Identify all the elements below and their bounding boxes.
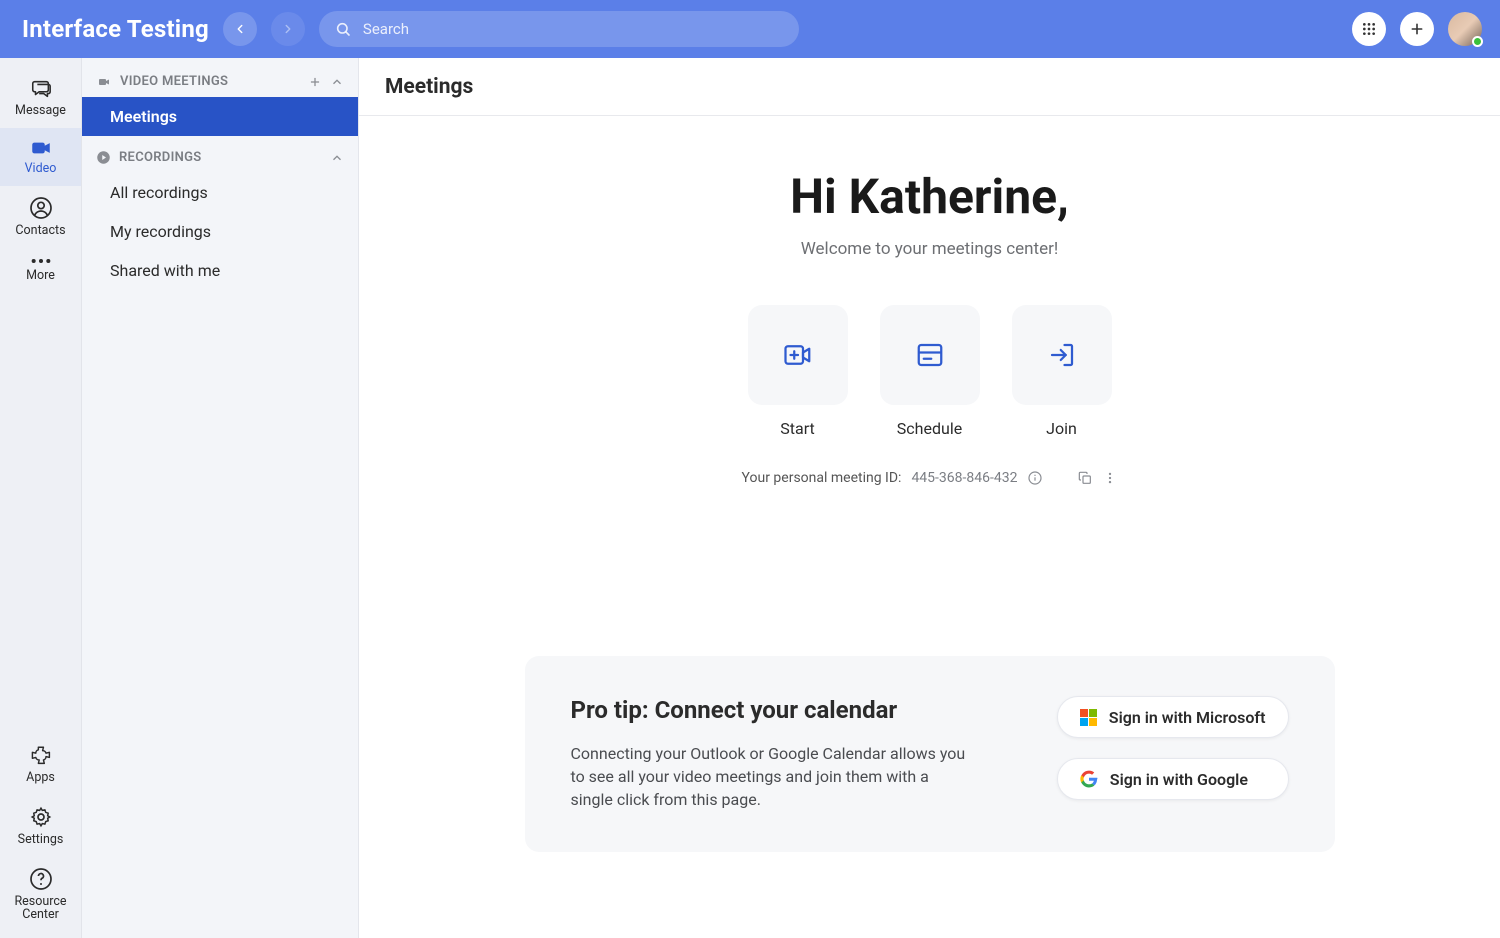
content: Hi Katherine, Welcome to your meetings c… xyxy=(359,116,1500,938)
chevron-up-icon[interactable] xyxy=(330,151,344,165)
plus-small-icon[interactable] xyxy=(308,75,322,89)
calendar-tip-card: Pro tip: Connect your calendar Connectin… xyxy=(525,656,1335,852)
signin-google-button[interactable]: Sign in with Google xyxy=(1057,758,1289,800)
contacts-icon xyxy=(29,196,53,220)
rail-video-label: Video xyxy=(25,162,57,176)
nav-forward-button[interactable] xyxy=(271,12,305,46)
pmi-label: Your personal meeting ID: xyxy=(742,470,902,486)
section-video-label: VIDEO MEETINGS xyxy=(120,74,228,89)
rail-resource-label: Resource Center xyxy=(14,895,66,923)
play-circle-icon xyxy=(96,150,111,165)
meeting-actions: Start Schedule Joi xyxy=(748,305,1112,438)
search-icon xyxy=(335,21,351,37)
rail-settings[interactable]: Settings xyxy=(0,795,81,857)
dialpad-button[interactable] xyxy=(1352,12,1386,46)
nav-shared-recordings-label: Shared with me xyxy=(110,261,220,280)
section-video-meetings[interactable]: VIDEO MEETINGS xyxy=(82,66,358,97)
apps-icon xyxy=(29,743,53,767)
topbar: Interface Testing xyxy=(0,0,1500,58)
nav-meetings-label: Meetings xyxy=(110,107,177,126)
google-logo-icon xyxy=(1080,770,1098,788)
action-schedule-label: Schedule xyxy=(897,419,962,438)
section-recordings-label: RECORDINGS xyxy=(119,150,202,165)
signin-microsoft-button[interactable]: Sign in with Microsoft xyxy=(1057,696,1289,738)
chevron-up-icon[interactable] xyxy=(330,75,344,89)
tip-body: Connecting your Outlook or Google Calend… xyxy=(571,742,971,812)
chevron-right-icon xyxy=(281,22,295,36)
nav-my-recordings[interactable]: My recordings xyxy=(82,212,358,251)
nav-all-recordings[interactable]: All recordings xyxy=(82,173,358,212)
secondary-nav: VIDEO MEETINGS Meetings RECORDINGS All r… xyxy=(82,58,359,938)
schedule-icon xyxy=(913,340,947,370)
copy-icon[interactable] xyxy=(1077,470,1093,486)
signin-microsoft-label: Sign in with Microsoft xyxy=(1109,708,1266,727)
plus-icon xyxy=(1409,21,1425,37)
nav-back-button[interactable] xyxy=(223,12,257,46)
nav-meetings[interactable]: Meetings xyxy=(82,97,358,136)
avatar[interactable] xyxy=(1448,12,1482,46)
presence-indicator xyxy=(1472,36,1483,47)
info-icon[interactable] xyxy=(1027,470,1043,486)
microsoft-logo-icon xyxy=(1080,709,1097,726)
chevron-left-icon xyxy=(233,22,247,36)
brand-title: Interface Testing xyxy=(22,15,209,43)
rail-settings-label: Settings xyxy=(18,833,64,847)
search-field[interactable] xyxy=(319,11,799,47)
action-join-label: Join xyxy=(1046,419,1077,438)
dialpad-icon xyxy=(1361,21,1377,37)
rail-apps-label: Apps xyxy=(26,771,55,785)
rail-apps[interactable]: Apps xyxy=(0,733,81,795)
nav-shared-recordings[interactable]: Shared with me xyxy=(82,251,358,290)
action-join[interactable]: Join xyxy=(1012,305,1112,438)
left-rail: Message Video Contacts More Apps xyxy=(0,58,82,938)
rail-message-label: Message xyxy=(15,104,66,118)
action-start-label: Start xyxy=(780,419,814,438)
page-title: Meetings xyxy=(359,58,1500,116)
nav-my-recordings-label: My recordings xyxy=(110,222,211,241)
personal-meeting-id-row: Your personal meeting ID: 445-368-846-43… xyxy=(742,470,1118,486)
rail-more[interactable]: More xyxy=(0,247,81,293)
rail-video[interactable]: Video xyxy=(0,128,81,186)
new-button[interactable] xyxy=(1400,12,1434,46)
rail-more-label: More xyxy=(26,269,55,283)
more-icon xyxy=(30,257,52,265)
tip-title: Pro tip: Connect your calendar xyxy=(571,696,1017,724)
pmi-value: 445-368-846-432 xyxy=(911,470,1017,486)
section-recordings[interactable]: RECORDINGS xyxy=(82,142,358,173)
join-icon xyxy=(1045,340,1079,370)
video-small-icon xyxy=(96,76,112,88)
rail-contacts-label: Contacts xyxy=(15,224,65,238)
rail-message[interactable]: Message xyxy=(0,68,81,128)
message-icon xyxy=(28,78,54,100)
signin-google-label: Sign in with Google xyxy=(1110,770,1248,789)
start-meeting-icon xyxy=(779,340,817,370)
help-icon xyxy=(29,867,53,891)
action-start[interactable]: Start xyxy=(748,305,848,438)
search-input[interactable] xyxy=(361,19,783,39)
rail-resource-center[interactable]: Resource Center xyxy=(0,857,81,938)
gear-icon xyxy=(29,805,53,829)
more-vert-icon[interactable] xyxy=(1103,470,1117,486)
greeting: Hi Katherine, xyxy=(790,168,1069,225)
sub-greeting: Welcome to your meetings center! xyxy=(801,239,1059,259)
video-icon xyxy=(28,138,54,158)
nav-all-recordings-label: All recordings xyxy=(110,183,208,202)
main: Meetings Hi Katherine, Welcome to your m… xyxy=(359,58,1500,938)
rail-contacts[interactable]: Contacts xyxy=(0,186,81,248)
action-schedule[interactable]: Schedule xyxy=(880,305,980,438)
